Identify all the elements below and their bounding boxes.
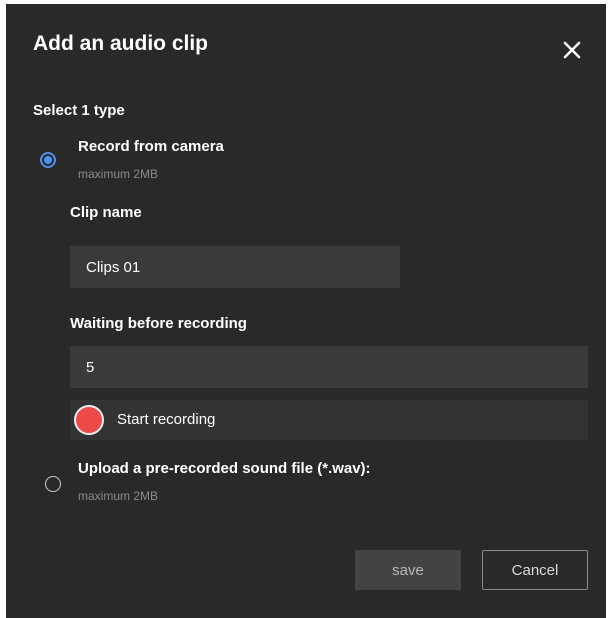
record-from-camera-label: Record from camera bbox=[78, 138, 224, 155]
clip-name-label: Clip name bbox=[70, 204, 142, 221]
close-icon bbox=[563, 41, 581, 59]
upload-sound-file-limit: maximum 2MB bbox=[78, 489, 159, 503]
save-button[interactable]: save bbox=[355, 550, 461, 590]
upload-sound-file-label: Upload a pre-recorded sound file (*.wav)… bbox=[78, 460, 371, 477]
dialog-title: Add an audio clip bbox=[33, 32, 209, 55]
cancel-button[interactable]: Cancel bbox=[482, 550, 588, 590]
close-button[interactable] bbox=[560, 38, 584, 62]
clip-name-input[interactable] bbox=[70, 246, 400, 288]
add-audio-clip-dialog: Add an audio clip Select 1 type Record f… bbox=[6, 4, 606, 618]
start-recording-button[interactable]: Start recording bbox=[70, 400, 588, 440]
waiting-before-recording-label: Waiting before recording bbox=[70, 315, 247, 332]
start-recording-label: Start recording bbox=[117, 411, 216, 428]
waiting-seconds-input[interactable] bbox=[70, 346, 588, 388]
record-from-camera-radio[interactable] bbox=[40, 152, 56, 168]
record-from-camera-limit: maximum 2MB bbox=[78, 167, 159, 181]
upload-sound-file-radio[interactable] bbox=[45, 476, 61, 492]
record-dot-icon bbox=[74, 405, 104, 435]
select-type-label: Select 1 type bbox=[33, 102, 125, 119]
